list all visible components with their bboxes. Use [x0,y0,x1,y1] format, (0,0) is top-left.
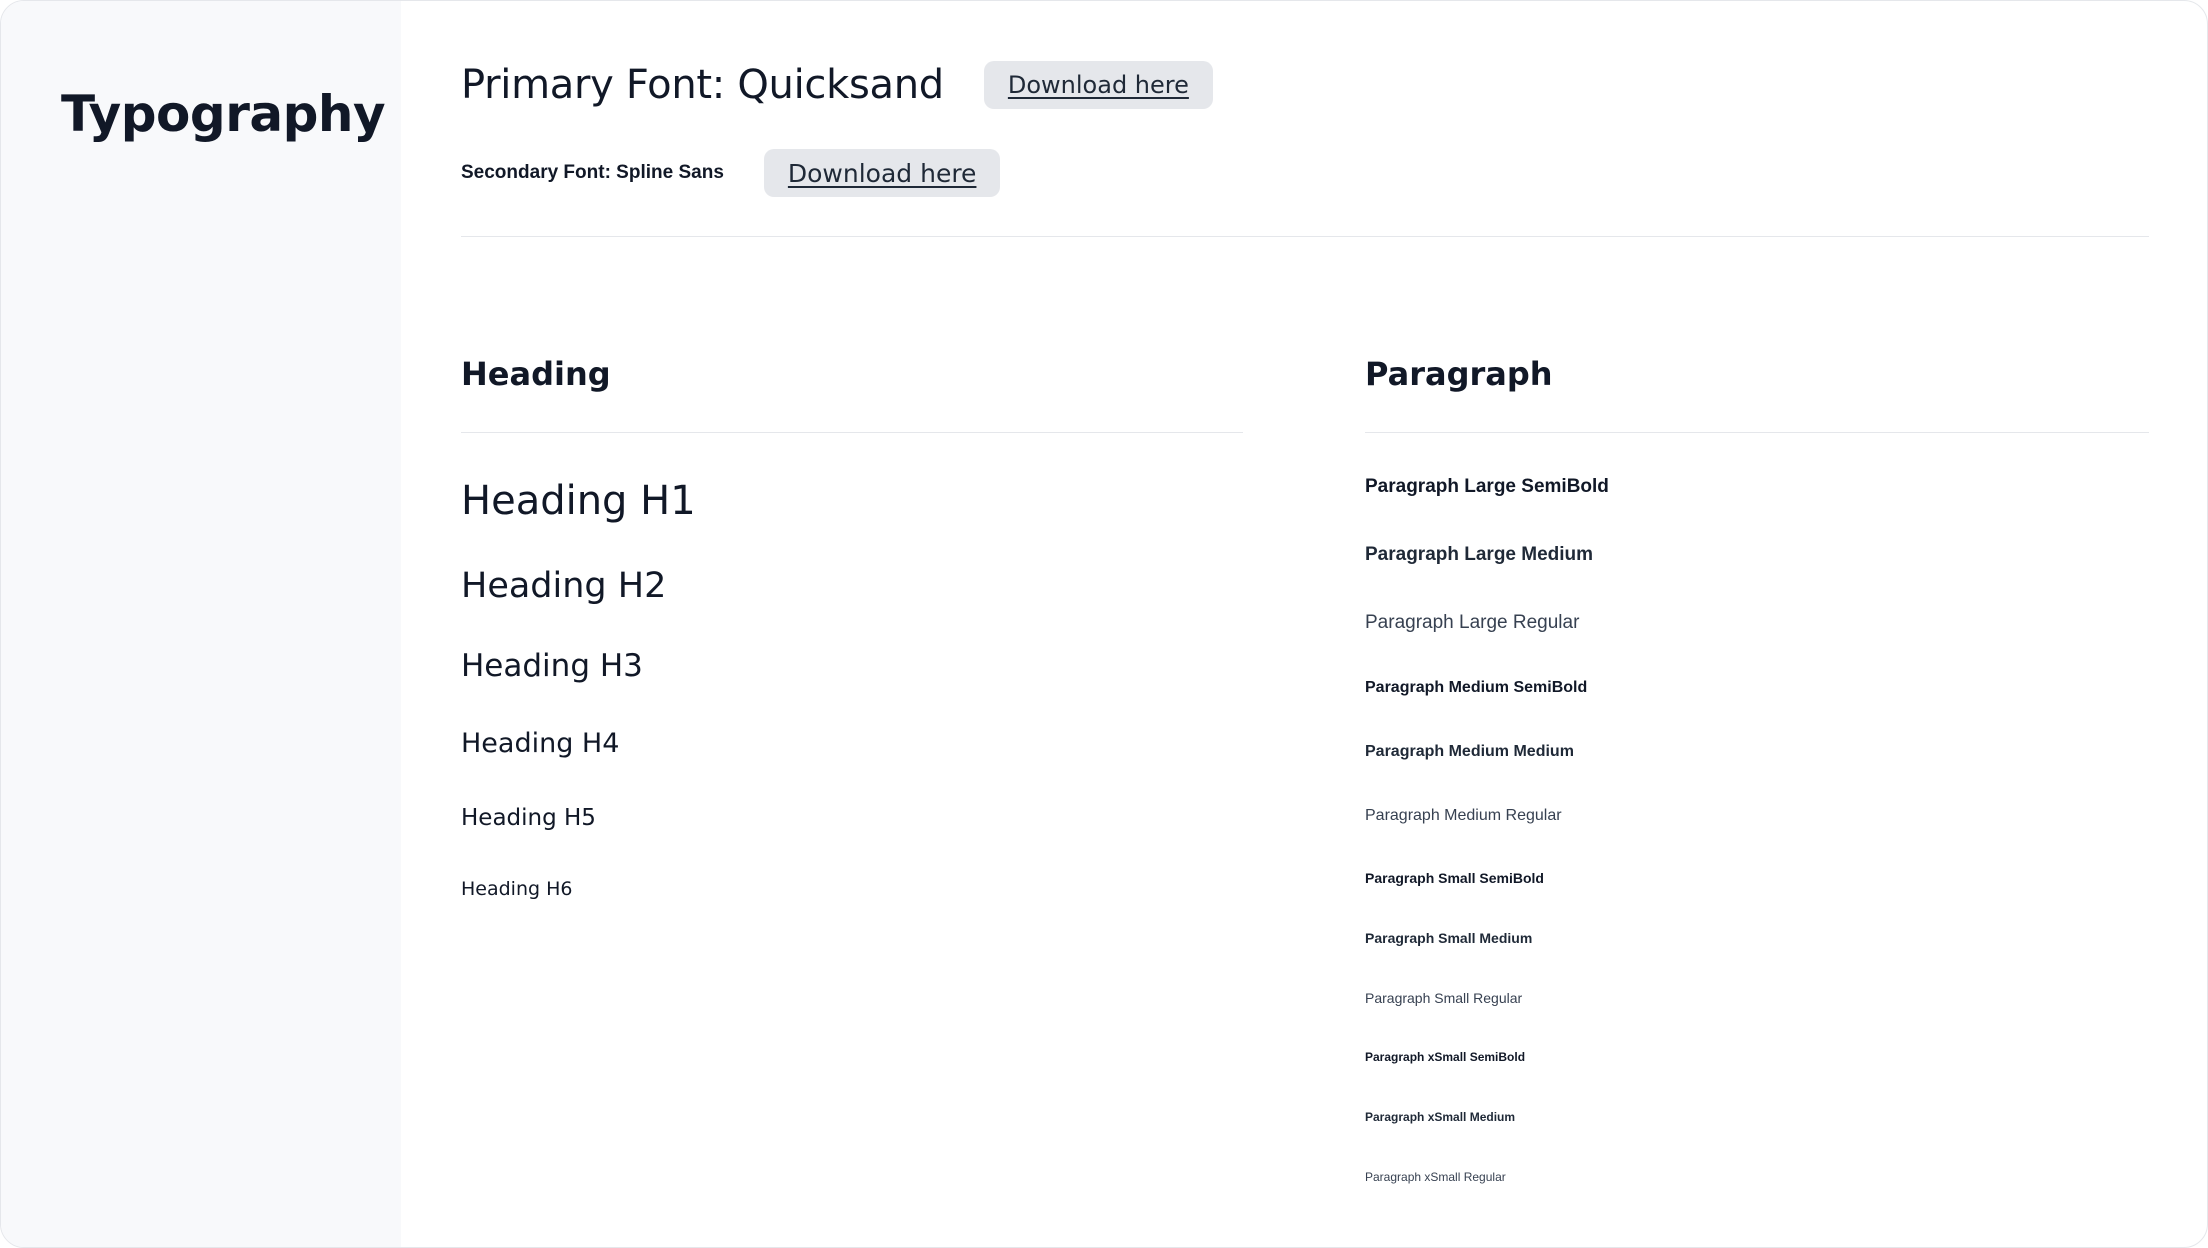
paragraph-xsmall-regular-sample: Paragraph xSmall Regular [1365,1170,1506,1184]
secondary-font-download-button[interactable]: Download here [763,149,1001,197]
heading-h4-sample: Heading H4 [461,728,620,759]
primary-font-row: Primary Font: Quicksand Download here [461,61,1213,109]
page-title: Typography [61,85,386,143]
main-content: Primary Font: Quicksand Download here Se… [461,1,2149,1247]
paragraph-section: Paragraph Paragraph Large SemiBold Parag… [1365,341,2149,1184]
paragraph-medium-medium-sample: Paragraph Medium Medium [1365,743,1574,760]
heading-h3-sample: Heading H3 [461,648,643,684]
paragraph-large-regular-sample: Paragraph Large Regular [1365,612,1580,633]
primary-font-label: Primary Font: Quicksand [461,62,944,108]
section-divider [461,236,2149,237]
heading-section: Heading Heading H1 Heading H2 Heading H3… [461,341,1243,900]
paragraph-small-semibold-sample: Paragraph Small SemiBold [1365,870,1544,886]
paragraph-medium-regular-sample: Paragraph Medium Regular [1365,807,1562,824]
paragraph-large-semibold-sample: Paragraph Large SemiBold [1365,476,1609,497]
paragraph-xsmall-semibold-sample: Paragraph xSmall SemiBold [1365,1050,1526,1064]
heading-section-divider [461,432,1243,433]
heading-h1-sample: Heading H1 [461,478,696,524]
typography-frame: Typography Primary Font: Quicksand Downl… [0,0,2208,1248]
heading-h6-sample: Heading H6 [461,878,573,900]
sidebar: Typography [1,1,401,1247]
secondary-font-row: Secondary Font: Spline Sans Download her… [461,149,1001,197]
primary-font-download-button[interactable]: Download here [983,61,1213,109]
paragraph-small-medium-sample: Paragraph Small Medium [1365,930,1533,946]
paragraph-section-title: Paragraph [1365,355,1553,393]
paragraph-large-medium-sample: Paragraph Large Medium [1365,544,1594,565]
secondary-font-label: Secondary Font: Spline Sans [461,162,724,183]
paragraph-section-divider [1365,432,2149,433]
paragraph-xsmall-medium-sample: Paragraph xSmall Medium [1365,1110,1516,1124]
heading-h5-sample: Heading H5 [461,805,596,831]
heading-h2-sample: Heading H2 [461,566,667,606]
paragraph-medium-semibold-sample: Paragraph Medium SemiBold [1365,679,1588,696]
paragraph-small-regular-sample: Paragraph Small Regular [1365,990,1523,1006]
heading-section-title: Heading [461,355,611,393]
